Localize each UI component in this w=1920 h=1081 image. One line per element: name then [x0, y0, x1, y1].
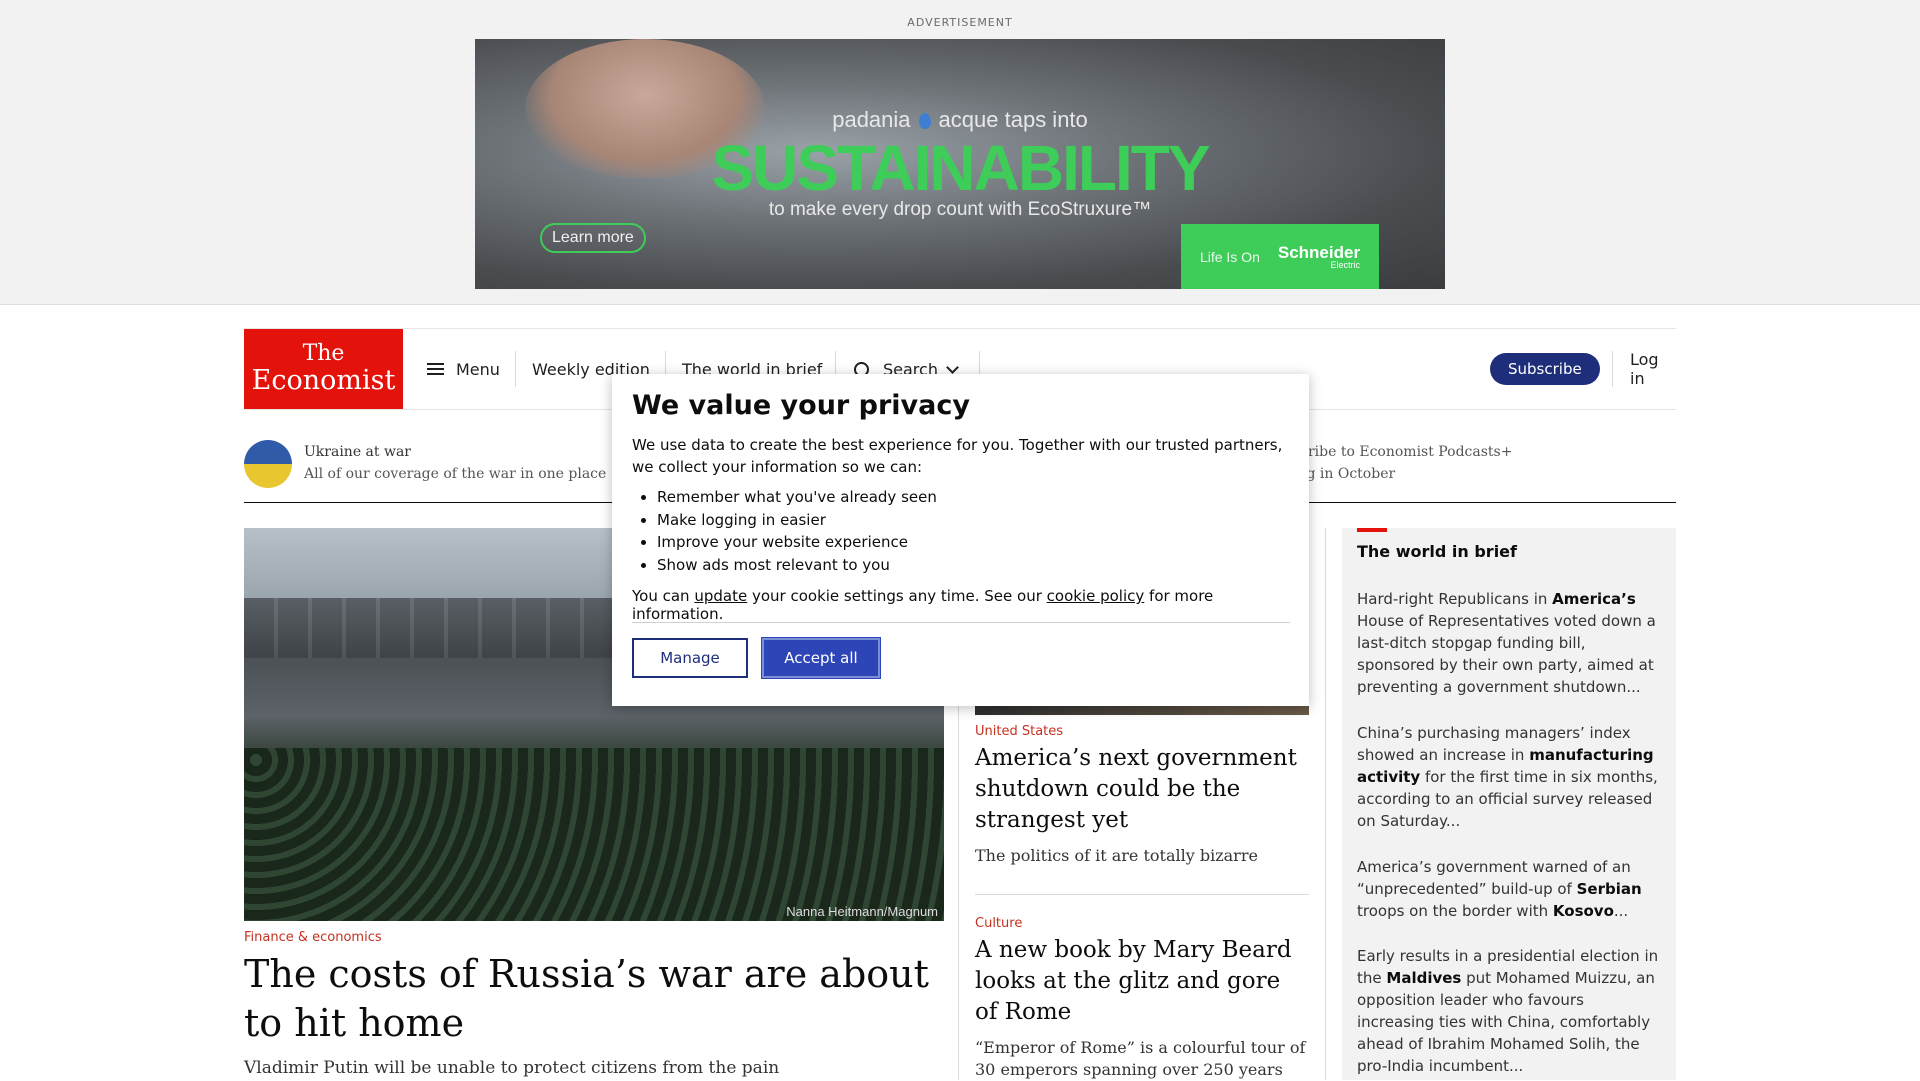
brief-text: Hard-right Republicans in [1357, 590, 1553, 608]
brief-item[interactable]: China’s purchasing managers’ index showe… [1357, 722, 1662, 832]
privacy-purpose-list: Remember what you've already seen Make l… [632, 486, 937, 576]
image-troops-detail [244, 748, 944, 921]
ad-logo-tagline: Life Is On [1199, 248, 1260, 265]
brief-keyword: Kosovo [1552, 902, 1614, 920]
dialog-divider [632, 622, 1290, 623]
privacy-dialog-intro: We use data to create the best experienc… [632, 436, 1283, 476]
logo-line-1: The [302, 341, 345, 366]
ad-brand-line: padania acque taps into [475, 107, 1445, 133]
brief-keyword: America’s [1552, 590, 1636, 608]
ukraine-flag-icon [244, 440, 292, 488]
story-rubric: The politics of it are totally bizarre [975, 846, 1258, 865]
privacy-dialog-title: We value your privacy [632, 390, 970, 421]
manage-button[interactable]: Manage [632, 638, 748, 678]
note-text: You can [632, 587, 695, 605]
advertisement-band: ADVERTISEMENT padania acque taps into SUS… [0, 0, 1920, 305]
privacy-dialog-note: You can update your cookie settings any … [632, 587, 1292, 623]
ukraine-coverage-subtitle: All of our coverage of the war in one pl… [304, 466, 607, 482]
brief-item[interactable]: America’s government warned of an “unpre… [1357, 856, 1662, 922]
ad-logo-brand-name: Schneider [1277, 242, 1361, 262]
update-settings-link[interactable]: update [694, 587, 747, 605]
nav-divider [515, 351, 516, 387]
brief-keyword: Serbian [1576, 880, 1642, 898]
login-link[interactable]: Log in [1630, 329, 1676, 409]
ad-sponsor-logo: Life Is On Schneider Electric [1181, 224, 1379, 289]
logo-line-2: Economist [251, 365, 396, 396]
lead-section-label[interactable]: Finance & economics [244, 930, 382, 945]
brief-keyword: Maldives [1386, 969, 1462, 987]
privacy-purpose-item: Show ads most relevant to you [657, 554, 937, 577]
cookie-policy-link[interactable]: cookie policy [1047, 587, 1145, 605]
brief-text: ... [1613, 902, 1629, 920]
brief-text: troops on the border with [1357, 902, 1553, 920]
menu-label: Menu [456, 359, 500, 379]
brief-item[interactable]: Hard-right Republicans in America’s Hous… [1357, 588, 1662, 698]
column-divider [1325, 528, 1326, 1080]
image-credit: Nanna Heitmann/Magnum [786, 904, 938, 919]
subscribe-button[interactable]: Subscribe [1490, 353, 1600, 385]
ad-brand-left: padania [832, 107, 911, 132]
lead-rubric: Vladimir Putin will be unable to protect… [244, 1058, 780, 1078]
story-headline[interactable]: A new book by Mary Beard looks at the gl… [975, 935, 1309, 1028]
privacy-purpose-item: Remember what you've already seen [657, 486, 937, 509]
privacy-consent-dialog: We value your privacy We use data to cre… [612, 374, 1309, 706]
story-section-label[interactable]: Culture [975, 916, 1022, 931]
brief-title[interactable]: The world in brief [1357, 542, 1517, 561]
menu-button[interactable]: Menu [427, 329, 500, 409]
story-rubric: “Emperor of Rome” is a colourful tour of… [975, 1038, 1306, 1079]
story-headline[interactable]: America’s next government shutdown could… [975, 743, 1309, 836]
ukraine-at-war-link[interactable]: Ukraine at war [304, 444, 411, 460]
lead-headline[interactable]: The costs of Russia’s war are about to h… [244, 950, 949, 1048]
hamburger-icon [427, 363, 444, 375]
story-divider [975, 894, 1309, 895]
privacy-purpose-item: Make logging in easier [657, 509, 937, 532]
nav-divider [1612, 351, 1613, 387]
brief-text: House of Representatives voted down a la… [1357, 612, 1656, 696]
accept-all-button[interactable]: Accept all [762, 638, 880, 678]
ad-learn-more-button[interactable]: Learn more [540, 223, 646, 253]
ad-logo-brand-sub: Electric [1330, 259, 1361, 270]
ad-brand-right: acque [938, 107, 999, 132]
ad-logo-brand: Schneider Electric [1278, 244, 1360, 270]
water-drop-icon [918, 113, 931, 130]
advertisement-label: ADVERTISEMENT [907, 16, 1013, 29]
privacy-purpose-item: Improve your website experience [657, 531, 937, 554]
brief-accent-bar [1357, 528, 1387, 532]
world-in-brief-panel: The world in brief Hard-right Republican… [1342, 528, 1676, 1080]
podcasts-promo-link[interactable]: bscribe to Economist Podcasts+ [1284, 444, 1512, 460]
ad-headline: SUSTAINABILITY [711, 132, 1210, 204]
ad-subline: to make every drop count with EcoStruxur… [768, 199, 1152, 220]
brief-item[interactable]: Early results in a presidential election… [1357, 945, 1662, 1077]
chevron-down-icon [946, 360, 959, 374]
ad-brand-tail: taps into [1004, 107, 1088, 132]
note-text: your cookie settings any time. See our [747, 587, 1047, 605]
advertisement-banner[interactable]: padania acque taps into SUSTAINABILITY to… [475, 39, 1445, 289]
economist-logo[interactable]: The Economist [244, 329, 403, 409]
story-section-label[interactable]: United States [975, 724, 1063, 739]
